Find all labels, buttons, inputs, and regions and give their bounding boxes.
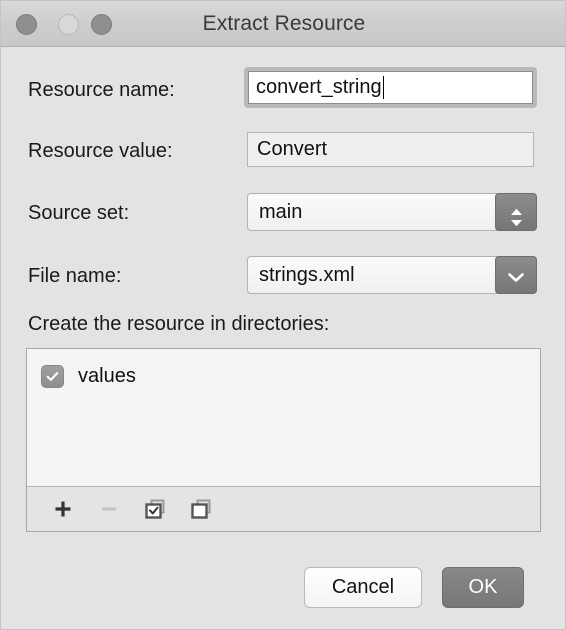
directories-label: Create the resource in directories: [28,313,330,335]
minus-icon [102,507,116,511]
directories-toolbar [27,486,540,531]
title-bar: Extract Resource [1,1,565,47]
directories-list[interactable]: values [27,349,540,486]
source-set-select[interactable]: main [247,193,537,231]
text-caret [382,76,385,99]
deselect-all-button[interactable] [181,493,221,525]
window-title: Extract Resource [202,12,366,35]
source-set-value-box[interactable]: main [247,193,499,231]
resource-name-label: Resource name: [28,79,175,101]
file-name-value-box[interactable]: strings.xml [247,256,499,294]
resource-name-field-inner[interactable]: convert_string [248,71,533,104]
resource-name-input[interactable]: convert_string [244,67,537,108]
cancel-button[interactable]: Cancel [304,567,422,608]
resource-value-value: Convert [257,138,328,160]
file-name-dropdown-arrow[interactable] [495,256,537,294]
directory-checkbox[interactable] [41,364,64,388]
extract-resource-dialog: Extract Resource Resource name: convert_… [0,0,566,630]
uncheck-all-icon [191,499,211,519]
check-all-icon [145,499,165,519]
source-set-label: Source set: [28,202,130,224]
chevron-down-icon [507,270,525,282]
list-item[interactable]: values [27,361,540,391]
chevron-up-icon [510,203,523,215]
source-set-stepper[interactable] [495,193,537,231]
file-name-select[interactable]: strings.xml [247,256,537,294]
directories-listbox: values [26,348,541,532]
file-name-label: File name: [28,265,122,287]
file-name-value: strings.xml [259,263,355,286]
checkmark-icon [46,371,59,381]
source-set-value: main [259,200,303,223]
resource-name-value: convert_string [256,76,382,98]
select-all-button[interactable] [135,493,175,525]
ok-button[interactable]: OK [442,567,524,608]
chevron-down-icon [510,214,523,226]
plus-icon [55,501,71,517]
resource-value-input[interactable]: Convert [247,132,534,167]
directory-name: values [78,364,136,387]
resource-value-label: Resource value: [28,140,173,162]
add-directory-button[interactable] [43,493,83,525]
remove-directory-button[interactable] [89,493,129,525]
